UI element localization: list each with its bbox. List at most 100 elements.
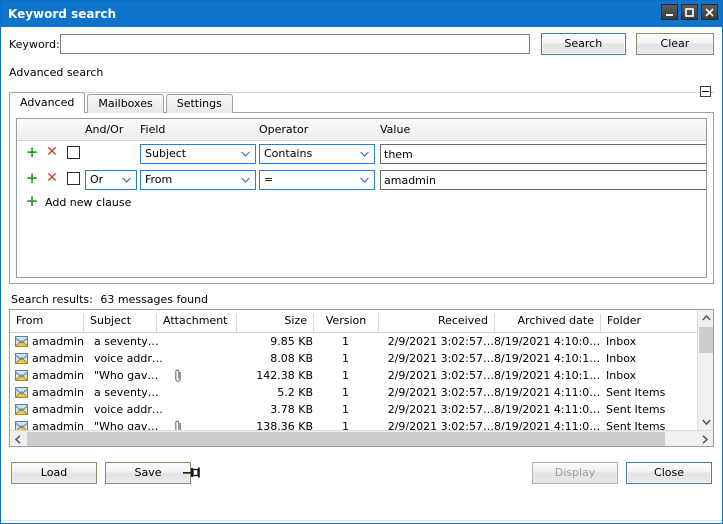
tab-advanced[interactable]: Advanced: [9, 92, 85, 113]
clause-select-checkbox[interactable]: [67, 172, 80, 185]
column-header-subject[interactable]: Subject: [83, 314, 156, 332]
column-header-received[interactable]: Received: [378, 314, 494, 332]
clause-field-select[interactable]: From: [140, 170, 256, 190]
clause-andor-select[interactable]: Or: [85, 170, 137, 190]
clear-button[interactable]: Clear: [636, 33, 714, 55]
scroll-left-icon[interactable]: [10, 431, 26, 447]
clause-value-input[interactable]: [380, 170, 707, 190]
results-horizontal-scrollbar[interactable]: [10, 430, 713, 446]
display-button[interactable]: Display: [532, 462, 618, 484]
table-row[interactable]: amadminvoice addr…8.08 KB12/9/2021 3:02:…: [10, 350, 713, 367]
results-vertical-scrollbar[interactable]: [697, 310, 713, 430]
load-button[interactable]: Load: [11, 462, 97, 484]
column-header-size[interactable]: Size: [236, 314, 313, 332]
cell-archived: 8/19/2021 4:10:0…: [494, 334, 600, 350]
cell-from: amadmin: [32, 351, 88, 367]
clause-value-input[interactable]: [380, 144, 707, 164]
cell-archived: 8/19/2021 4:11:0…: [494, 402, 600, 418]
clause-field-value: Subject: [145, 147, 186, 160]
column-header-archived-date[interactable]: Archived date: [494, 314, 600, 332]
cell-subject: a seventy…: [94, 334, 164, 350]
add-clause-icon[interactable]: +: [25, 145, 39, 160]
advanced-pane: Advanced Mailboxes Settings And/Or Field…: [9, 92, 714, 284]
scroll-right-icon[interactable]: [697, 431, 713, 447]
footer-divider: [1, 520, 722, 521]
cell-received: 2/9/2021 3:02:57…: [378, 385, 494, 401]
clause-field-select[interactable]: Subject: [140, 144, 256, 164]
clause-row: + ✕ Or From: [17, 167, 706, 193]
keyword-input[interactable]: [60, 34, 530, 54]
clause-operator-select[interactable]: =: [259, 170, 375, 190]
close-dialog-button[interactable]: Close: [626, 462, 712, 484]
add-clause-icon[interactable]: +: [25, 171, 39, 186]
results-grid: From Subject Attachment Size Version Rec…: [9, 309, 714, 447]
cell-received: 2/9/2021 3:02:57…: [378, 368, 494, 384]
column-header-version[interactable]: Version: [313, 314, 378, 332]
add-new-clause-row[interactable]: + Add new clause: [17, 193, 706, 213]
cell-size: 9.85 KB: [236, 334, 313, 350]
table-row[interactable]: amadmin"Who gav…142.38 KB12/9/2021 3:02:…: [10, 367, 713, 384]
search-results-summary: Search results: 63 messages found: [1, 284, 722, 309]
chevron-down-icon: [360, 171, 369, 189]
title-bar: Keyword search: [1, 1, 722, 27]
pin-icon[interactable]: [182, 464, 202, 481]
cell-received: 2/9/2021 3:02:57…: [378, 351, 494, 367]
window-controls: [661, 4, 718, 20]
tab-settings[interactable]: Settings: [166, 94, 233, 113]
clause-row: + ✕ Subject Contains: [17, 141, 706, 167]
delete-clause-icon[interactable]: ✕: [45, 171, 59, 186]
cell-folder: Inbox: [606, 334, 690, 350]
search-button[interactable]: Search: [541, 33, 626, 55]
minimize-button[interactable]: [661, 4, 678, 20]
maximize-button[interactable]: [681, 4, 698, 20]
mail-icon: [15, 404, 28, 415]
cell-received: 2/9/2021 3:02:57…: [378, 334, 494, 350]
clause-header-field: Field: [140, 123, 165, 136]
advanced-search-label: Advanced search: [9, 66, 103, 79]
cell-archived: 8/19/2021 4:10:1…: [494, 351, 600, 367]
clause-header-value: Value: [380, 123, 410, 136]
vertical-scroll-thumb[interactable]: [699, 327, 713, 353]
cell-version: 1: [313, 402, 378, 418]
column-header-attachment[interactable]: Attachment: [156, 314, 236, 332]
cell-from: amadmin: [32, 368, 88, 384]
cell-version: 1: [313, 368, 378, 384]
minimize-icon: [665, 8, 674, 17]
column-header-folder[interactable]: Folder: [600, 314, 690, 332]
save-button[interactable]: Save: [105, 462, 191, 484]
cell-version: 1: [313, 334, 378, 350]
chevron-down-icon: [241, 145, 250, 163]
tab-mailboxes[interactable]: Mailboxes: [87, 94, 163, 113]
scroll-down-icon[interactable]: [698, 414, 714, 430]
clause-select-checkbox[interactable]: [67, 146, 80, 159]
cell-from: amadmin: [32, 402, 88, 418]
cell-subject: voice addr…: [94, 402, 164, 418]
close-button[interactable]: [701, 4, 718, 20]
tab-strip: Advanced Mailboxes Settings: [9, 92, 714, 113]
clause-header-andor: And/Or: [85, 123, 123, 136]
keyword-label: Keyword:: [9, 38, 60, 51]
mail-icon: [15, 387, 28, 398]
table-row[interactable]: amadminvoice addr…3.78 KB12/9/2021 3:02:…: [10, 401, 713, 418]
column-header-from[interactable]: From: [10, 314, 83, 332]
clause-operator-value: Contains: [264, 147, 312, 160]
horizontal-scroll-thumb[interactable]: [27, 432, 665, 446]
delete-clause-icon[interactable]: ✕: [45, 145, 59, 160]
collapse-toggle-icon[interactable]: [700, 86, 711, 97]
search-results-count: 63 messages found: [100, 293, 208, 306]
cell-subject: a seventy…: [94, 385, 164, 401]
results-grid-body: amadmina seventy…9.85 KB12/9/2021 3:02:5…: [10, 333, 713, 435]
clause-operator-select[interactable]: Contains: [259, 144, 375, 164]
cell-folder: Inbox: [606, 351, 690, 367]
chevron-down-icon: [241, 171, 250, 189]
cell-version: 1: [313, 385, 378, 401]
scroll-up-icon[interactable]: [698, 310, 714, 326]
table-row[interactable]: amadmina seventy…5.2 KB12/9/2021 3:02:57…: [10, 384, 713, 401]
chevron-down-icon: [360, 145, 369, 163]
add-new-clause-icon[interactable]: +: [25, 194, 39, 209]
cell-size: 5.2 KB: [236, 385, 313, 401]
cell-archived: 8/19/2021 4:11:0…: [494, 385, 600, 401]
clause-andor-value: Or: [90, 173, 103, 186]
mail-icon: [15, 336, 28, 347]
table-row[interactable]: amadmina seventy…9.85 KB12/9/2021 3:02:5…: [10, 333, 713, 350]
